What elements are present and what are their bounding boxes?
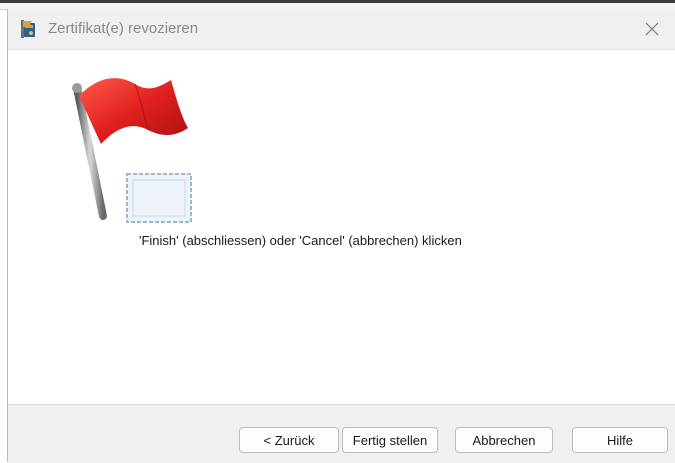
help-button[interactable]: Hilfe [572,427,668,453]
cancel-button[interactable]: Abbrechen [455,427,553,453]
close-icon [645,22,659,36]
red-flag-certificate-icon [72,78,192,223]
top-edge [0,0,675,3]
button-bar: < Zurück Fertig stellen Abbrechen Hilfe [8,404,675,463]
finish-button[interactable]: Fertig stellen [342,427,438,453]
certificate-app-icon [21,20,35,38]
window-title: Zertifikat(e) revozieren [48,20,199,37]
wizard-window: Zertifikat(e) revozieren 'Finish' (absch… [7,9,675,463]
close-button[interactable] [629,9,675,49]
title-bar: Zertifikat(e) revozieren [8,9,675,50]
back-button[interactable]: < Zurück [239,427,339,453]
wizard-content: 'Finish' (abschliessen) oder 'Cancel' (a… [8,50,675,413]
instruction-text: 'Finish' (abschliessen) oder 'Cancel' (a… [139,233,462,248]
